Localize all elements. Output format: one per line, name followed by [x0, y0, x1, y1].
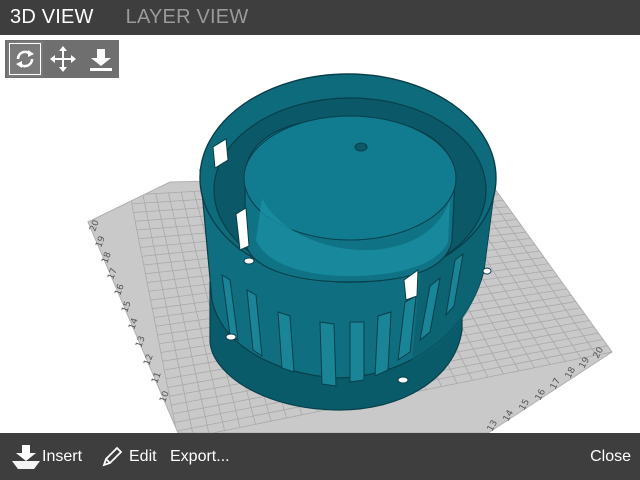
- view-tool-group: [5, 40, 119, 78]
- tab-layer-view[interactable]: LAYER VIEW: [116, 0, 259, 35]
- move-icon: [50, 46, 76, 72]
- scene: 20 19 18 17 16 15 14 13 12 11 10 13 14 1…: [87, 73, 613, 433]
- export-label: Export...: [170, 448, 230, 465]
- bottom-toolbar: Insert Edit Export... Close: [0, 433, 640, 480]
- close-button[interactable]: Close: [590, 433, 631, 480]
- move-tool-button[interactable]: [45, 41, 81, 77]
- insert-button[interactable]: Insert: [10, 433, 82, 480]
- rotate-tool-button[interactable]: [7, 41, 43, 77]
- insert-label: Insert: [42, 448, 83, 465]
- rotate-icon: [16, 50, 34, 68]
- lay-flat-icon: [90, 49, 112, 71]
- edit-label: Edit: [129, 448, 157, 465]
- 3d-viewport[interactable]: 20 19 18 17 16 15 14 13 12 11 10 13 14 1…: [0, 35, 640, 433]
- lay-flat-tool-button[interactable]: [83, 41, 119, 77]
- edit-button[interactable]: Edit: [100, 433, 157, 480]
- printed-model[interactable]: [199, 73, 497, 411]
- pencil-icon: [102, 446, 123, 466]
- insert-icon: [12, 444, 40, 469]
- view-tab-bar: 3D VIEW LAYER VIEW: [0, 0, 640, 35]
- export-button[interactable]: Export...: [170, 433, 230, 480]
- tab-3d-view[interactable]: 3D VIEW: [0, 0, 104, 35]
